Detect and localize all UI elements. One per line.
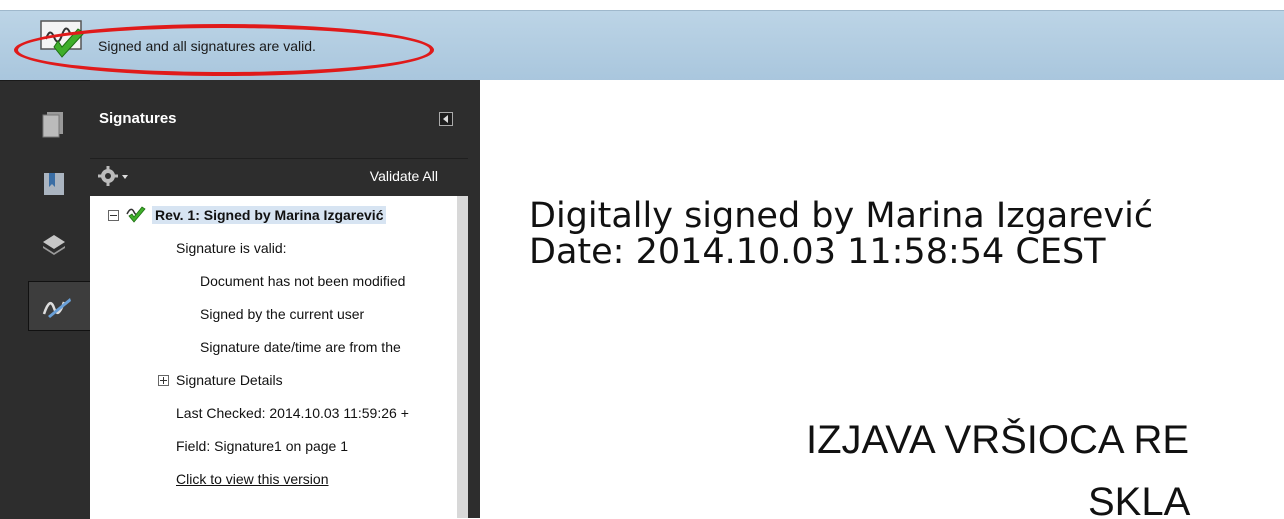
collapse-revision-toggle[interactable] — [108, 210, 119, 221]
revision-item[interactable]: Rev. 1: Signed by Marina Izgarević — [152, 206, 387, 224]
collapse-panel-button[interactable] — [439, 112, 453, 126]
pages-button[interactable] — [28, 101, 80, 149]
signature-signer-line: Digitally signed by Marina Izgarević — [529, 196, 1154, 236]
document-view: Digitally signed by Marina Izgarević Dat… — [480, 80, 1284, 518]
panel-divider[interactable] — [468, 80, 480, 518]
panel-title: Signatures — [99, 110, 177, 127]
panel-toolbar: Validate All — [90, 158, 468, 195]
signatures-panel: Signatures Validate All Rev. 1: Signed b… — [90, 80, 468, 518]
signatures-button[interactable] — [28, 281, 91, 331]
signature-status-bar: Signed and all signatures are valid. — [0, 0, 1284, 81]
signatures-icon — [42, 298, 71, 318]
last-checked: Last Checked: 2014.10.03 11:59:26 + — [176, 405, 409, 421]
signature-status: Signature is valid: — [176, 240, 287, 256]
signed-check-icon — [126, 206, 146, 223]
signature-details-item[interactable]: Signature Details — [176, 372, 283, 388]
navigation-rail — [0, 80, 91, 519]
layers-button[interactable] — [28, 221, 80, 269]
bookmarks-icon — [44, 173, 64, 195]
document-heading: IZJAVA VRŠIOCA RE — [806, 418, 1190, 462]
view-version-link[interactable]: Click to view this version — [176, 471, 329, 487]
detail-item: Document has not been modified — [200, 273, 406, 289]
bookmarks-button[interactable] — [28, 161, 80, 209]
validate-all-button[interactable]: Validate All — [370, 168, 438, 184]
red-highlight-oval — [14, 24, 434, 76]
detail-item: Signed by the current user — [200, 306, 365, 322]
gear-options-icon[interactable] — [98, 165, 132, 187]
layers-icon — [43, 235, 65, 255]
signature-date-line: Date: 2014.10.03 11:58:54 CEST — [529, 232, 1106, 272]
signature-appearance[interactable]: Digitally signed by Marina Izgarević Dat… — [529, 198, 1153, 270]
pages-icon — [42, 112, 63, 138]
document-heading-continued: SKLA — [1088, 480, 1191, 518]
detail-item: Signature date/time are from the — [200, 339, 401, 355]
field-info: Field: Signature1 on page 1 — [176, 438, 349, 454]
signature-tree: Rev. 1: Signed by Marina Izgarević Signa… — [90, 196, 457, 518]
expand-details-toggle[interactable] — [158, 375, 169, 386]
tree-scrollbar[interactable] — [457, 196, 468, 518]
